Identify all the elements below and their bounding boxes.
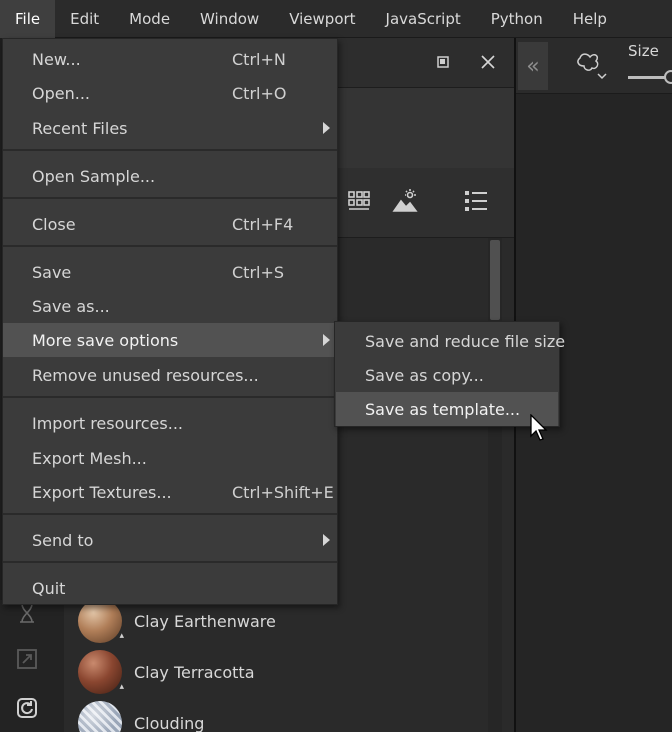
menu-item-label: Quit	[32, 578, 66, 598]
collapse-chevrons-icon[interactable]: «	[518, 42, 548, 90]
menu-item-shortcut: Ctrl+N	[232, 49, 286, 69]
menu-item-more-save-options[interactable]: More save options	[3, 323, 337, 357]
submenu-arrow-icon	[323, 534, 330, 546]
menu-item-label: Save as...	[32, 296, 110, 316]
menu-separator	[3, 197, 337, 199]
size-slider[interactable]	[628, 70, 672, 84]
resource-label: Clay Terracotta	[134, 662, 255, 682]
menu-item-close[interactable]: Close Ctrl+F4	[3, 207, 337, 241]
panel-header	[338, 38, 514, 88]
refresh-icon[interactable]	[14, 695, 40, 721]
menu-item-open-sample[interactable]: Open Sample...	[3, 159, 337, 193]
menu-item-label: Export Mesh...	[32, 448, 147, 468]
menu-help[interactable]: Help	[558, 0, 622, 38]
menu-item-open[interactable]: Open... Ctrl+O	[3, 76, 337, 110]
resource-label: Clay Earthenware	[134, 611, 276, 631]
menu-item-shortcut: Ctrl+Shift+E	[232, 482, 334, 502]
menu-item-shortcut: Ctrl+S	[232, 262, 285, 282]
menu-item-label: Recent Files	[32, 118, 128, 138]
menu-item-send-to[interactable]: Send to	[3, 523, 337, 557]
file-menu: New... Ctrl+N Open... Ctrl+O Recent File…	[2, 38, 338, 605]
menu-separator	[3, 513, 337, 515]
menu-item-label: Save as template...	[365, 399, 521, 419]
menu-separator	[3, 245, 337, 247]
menu-edit[interactable]: Edit	[55, 0, 114, 38]
menu-viewport[interactable]: Viewport	[274, 0, 370, 38]
stencil-icon[interactable]	[572, 48, 612, 84]
submenu-item-save-copy[interactable]: Save as copy...	[336, 358, 558, 392]
menu-mode[interactable]: Mode	[114, 0, 185, 38]
menu-separator	[3, 561, 337, 563]
resource-toolbar	[338, 168, 514, 238]
menu-python[interactable]: Python	[476, 0, 558, 38]
resource-item[interactable]: ▴ Clay Terracotta	[78, 648, 478, 696]
submenu-arrow-icon	[323, 122, 330, 134]
menu-item-label: Open Sample...	[32, 166, 156, 186]
menu-item-export-mesh[interactable]: Export Mesh...	[3, 441, 337, 475]
menu-item-import-resources[interactable]: Import resources...	[3, 406, 337, 440]
menu-item-label: Save and reduce file size	[365, 331, 566, 351]
image-icon[interactable]	[391, 188, 419, 214]
menu-item-label: Import resources...	[32, 413, 183, 433]
menu-item-shortcut: Ctrl+F4	[232, 214, 294, 234]
size-label: Size	[628, 42, 659, 60]
grid-filter-icon[interactable]	[346, 188, 372, 214]
close-icon[interactable]	[478, 52, 498, 72]
material-thumbnail	[78, 701, 122, 732]
menu-item-label: New...	[32, 49, 81, 69]
material-thumbnail: ▴	[78, 650, 124, 694]
more-save-options-submenu: Save and reduce file size Save as copy..…	[334, 321, 565, 427]
material-thumbnail: ▴	[78, 599, 124, 643]
menu-window[interactable]: Window	[185, 0, 274, 38]
menu-item-label: More save options	[32, 330, 179, 350]
menu-item-save-as[interactable]: Save as...	[3, 289, 337, 323]
menu-item-label: Remove unused resources...	[32, 365, 259, 385]
menu-item-label: Save	[32, 262, 72, 282]
resource-scrollbar[interactable]	[488, 238, 502, 732]
submenu-item-save-reduce[interactable]: Save and reduce file size	[336, 324, 565, 358]
mouse-cursor-icon	[530, 414, 548, 441]
resource-item[interactable]: Clouding	[78, 699, 478, 732]
menu-item-quit[interactable]: Quit	[3, 571, 337, 605]
menu-javascript[interactable]: JavaScript	[371, 0, 476, 38]
menu-item-label: Close	[32, 214, 76, 234]
menu-item-export-textures[interactable]: Export Textures... Ctrl+Shift+E	[3, 475, 337, 509]
expand-icon[interactable]	[14, 646, 40, 672]
scrollbar-thumb[interactable]	[490, 240, 500, 320]
submenu-item-save-template[interactable]: Save as template...	[336, 392, 558, 426]
menu-item-save[interactable]: Save Ctrl+S	[3, 255, 337, 289]
menu-item-label: Save as copy...	[365, 365, 484, 385]
submenu-arrow-icon	[323, 334, 330, 346]
menu-item-label: Send to	[32, 530, 94, 550]
menu-separator	[3, 396, 337, 398]
menu-bar: File Edit Mode Window Viewport JavaScrip…	[0, 0, 672, 38]
resource-label: Clouding	[134, 713, 205, 732]
slider-knob[interactable]	[664, 70, 672, 84]
menu-item-shortcut: Ctrl+O	[232, 83, 287, 103]
menu-file[interactable]: File	[0, 0, 56, 38]
menu-item-remove-unused[interactable]: Remove unused resources...	[3, 358, 337, 392]
menu-item-label: Export Textures...	[32, 482, 172, 502]
menu-item-new[interactable]: New... Ctrl+N	[3, 42, 337, 76]
left-toolbar-strip	[0, 600, 64, 732]
list-view-icon[interactable]	[462, 188, 490, 214]
undock-icon[interactable]	[433, 52, 453, 72]
menu-item-label: Open...	[32, 83, 90, 103]
menu-item-recent-files[interactable]: Recent Files	[3, 111, 337, 145]
menu-separator	[3, 149, 337, 151]
